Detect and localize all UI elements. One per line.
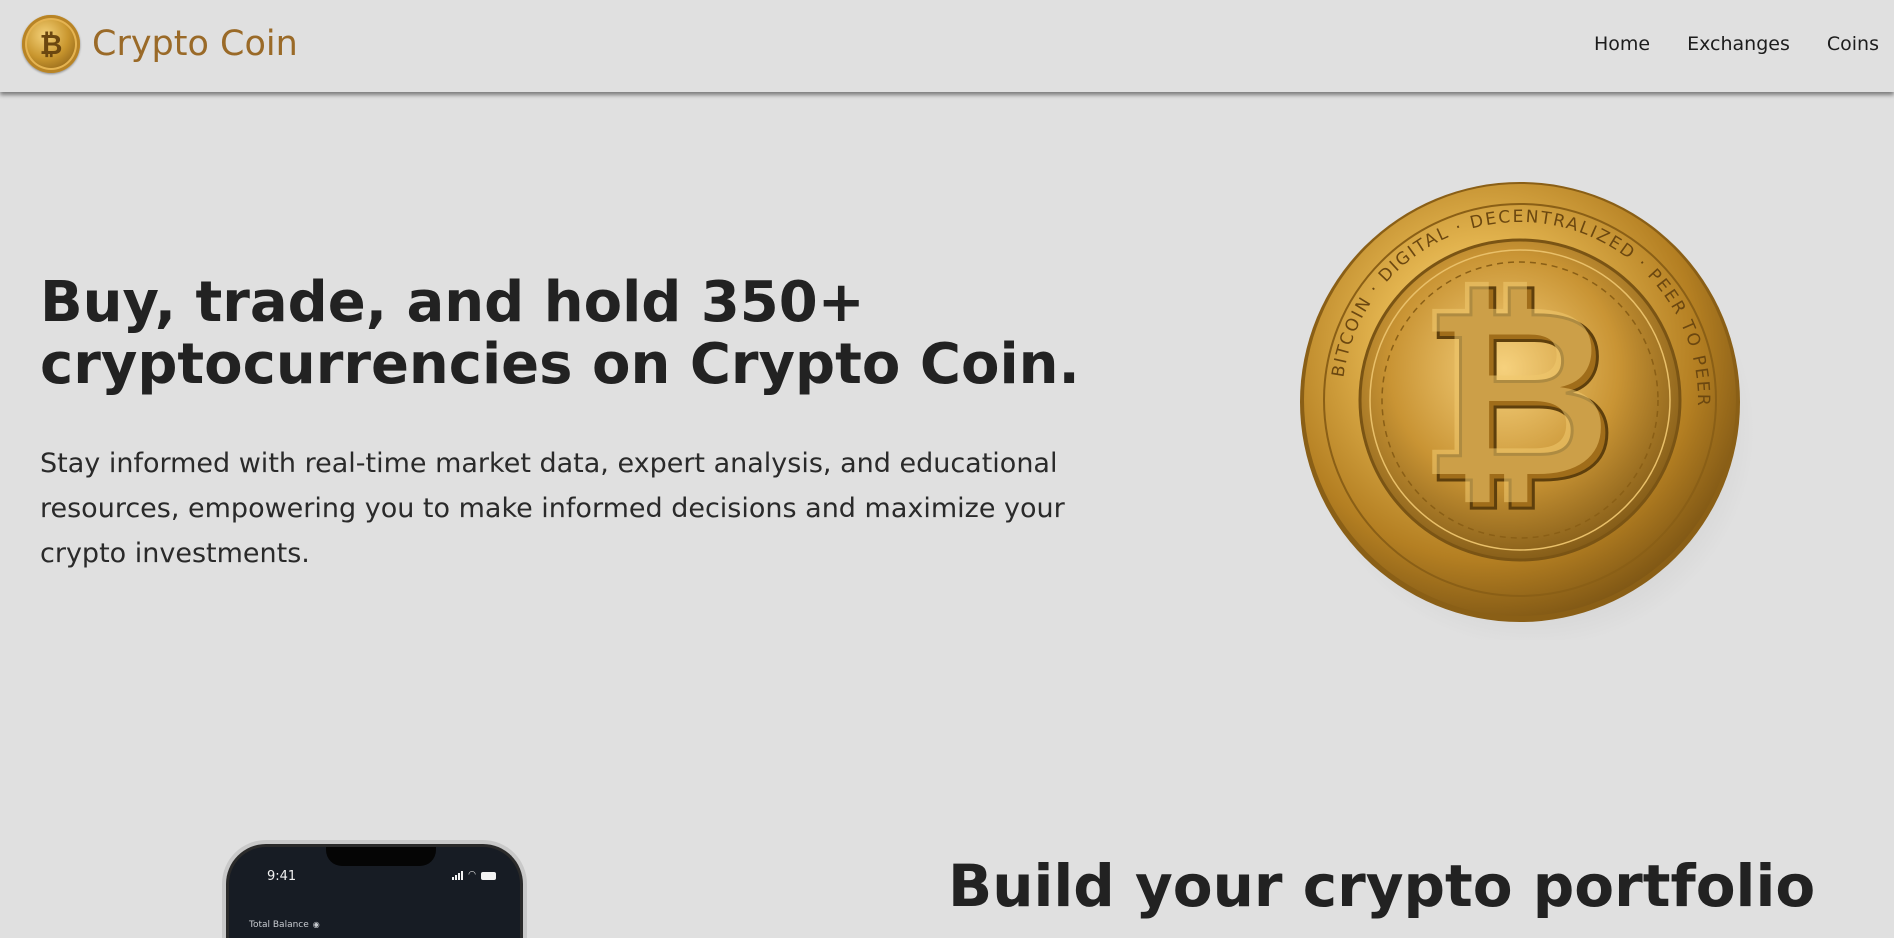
navbar: ₿ Crypto Coin Home Exchanges Coins bbox=[0, 0, 1894, 92]
nav-link-coins[interactable]: Coins bbox=[1827, 33, 1879, 55]
bitcoin-logo-icon: ₿ bbox=[22, 15, 80, 73]
svg-text:₿: ₿ bbox=[1416, 251, 1612, 531]
portfolio-title: Build your crypto portfolio bbox=[948, 852, 1816, 920]
hero-description-line: resources, empowering you to make inform… bbox=[40, 493, 1065, 524]
nav-menu: Home Exchanges Coins bbox=[1594, 33, 1879, 55]
eye-icon: ◉ bbox=[312, 920, 320, 929]
phone-time: 9:41 bbox=[267, 869, 297, 884]
signal-icon bbox=[452, 871, 464, 880]
bitcoin-coin-icon: BITCOIN · DIGITAL · DECENTRALIZED · PEER… bbox=[1300, 182, 1755, 648]
nav-link-exchanges[interactable]: Exchanges bbox=[1687, 33, 1790, 55]
phone-balance-label: Total Balance ◉ bbox=[249, 920, 320, 930]
balance-label-text: Total Balance bbox=[249, 920, 309, 930]
brand-link[interactable]: ₿ Crypto Coin bbox=[22, 15, 298, 73]
phone-mockup: 9:41 ◠ Total Balance ◉ bbox=[222, 840, 527, 938]
gold-bitcoin-image: BITCOIN · DIGITAL · DECENTRALIZED · PEER… bbox=[1295, 180, 1755, 648]
hero-title-line: Buy, trade, and hold 350+ bbox=[40, 270, 865, 335]
phone-notch bbox=[326, 847, 436, 866]
battery-icon bbox=[481, 871, 496, 880]
phone-screen: 9:41 ◠ Total Balance ◉ bbox=[226, 844, 523, 938]
hero-description-line: crypto investments. bbox=[40, 538, 310, 569]
brand-name: Crypto Coin bbox=[92, 24, 298, 64]
nav-link-home[interactable]: Home bbox=[1594, 33, 1650, 55]
hero-title-line: cryptocurrencies on Crypto Coin. bbox=[40, 332, 1080, 397]
hero-description: Stay informed with real-time market data… bbox=[40, 441, 1100, 576]
wifi-icon: ◠ bbox=[468, 870, 476, 880]
phone-status-bar: ◠ bbox=[452, 871, 496, 880]
hero-description-line: Stay informed with real-time market data… bbox=[40, 448, 1058, 479]
hero-title: Buy, trade, and hold 350+ cryptocurrenci… bbox=[40, 272, 1140, 396]
